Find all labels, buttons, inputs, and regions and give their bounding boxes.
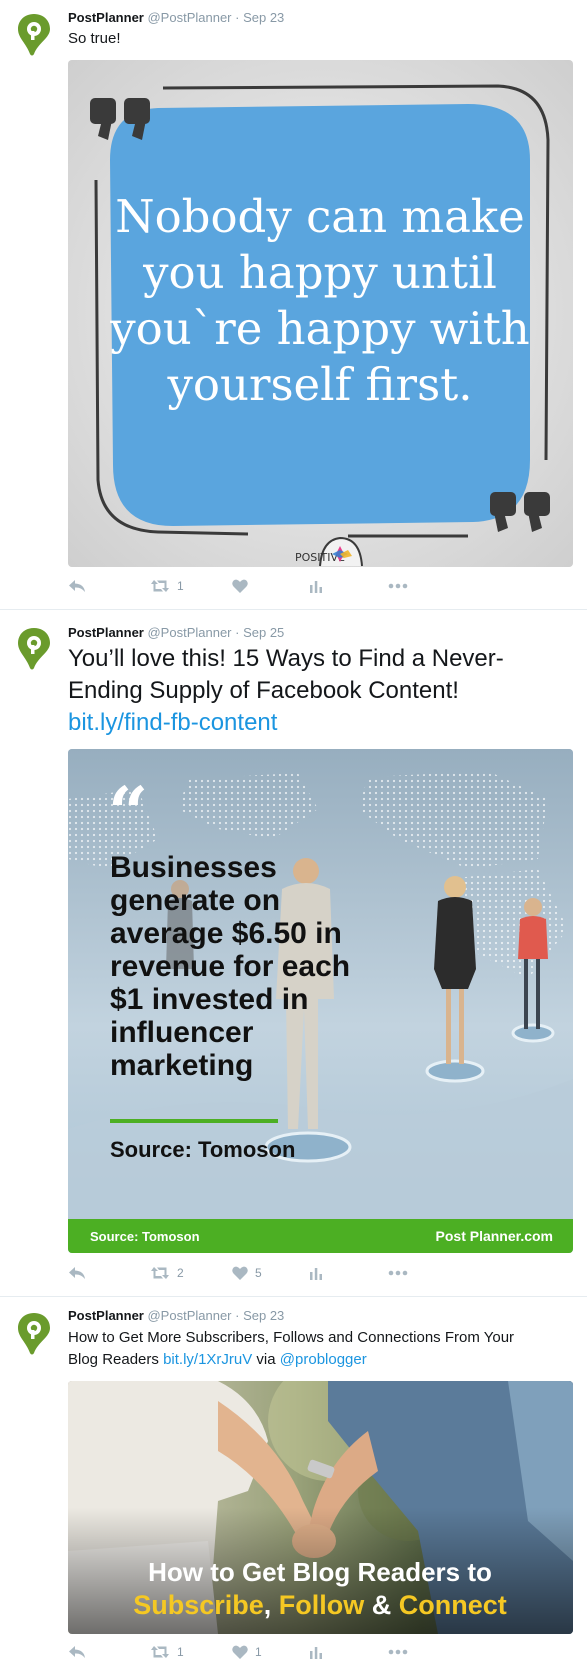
more-button[interactable] [388, 576, 408, 596]
comma-separator: , [264, 1590, 279, 1620]
retweet-button[interactable]: 1 [150, 1642, 184, 1662]
retweet-count: 2 [177, 1266, 184, 1280]
stat-line-5: $1 invested in [110, 983, 308, 1016]
tweet-1[interactable]: PostPlanner @PostPlanner · Sep 23 So tru… [0, 0, 587, 610]
quote-line-4: yourself first. [166, 358, 472, 411]
tweet-text-line-2: Blog Readers bit.ly/1XrJruV via @problog… [68, 1349, 514, 1371]
author-name[interactable]: PostPlanner [68, 10, 144, 25]
analytics-button[interactable] [309, 576, 323, 596]
analytics-icon [310, 581, 322, 593]
author-name[interactable]: PostPlanner [68, 625, 144, 640]
tweet-text-line-1: How to Get More Subscribers, Follows and… [68, 1329, 515, 1346]
like-count: 1 [255, 1645, 262, 1659]
tweet-image[interactable]: Nobody can make you happy until you`re h… [68, 60, 573, 567]
postplanner-avatar-icon[interactable] [16, 1311, 52, 1355]
tweet-date[interactable]: · Sep 23 [235, 1308, 284, 1323]
ampersand: & [364, 1590, 399, 1620]
retweet-icon [151, 1646, 169, 1658]
quote-line-2: you happy until [142, 246, 497, 299]
tweet-image[interactable]: “ Businesses generate on average $6.50 i… [68, 749, 573, 1253]
more-dots-icon [388, 1649, 408, 1655]
tweet-actions: 1 [68, 576, 468, 596]
reply-button[interactable] [68, 1263, 86, 1283]
footer-brand: Post Planner.com [436, 1228, 553, 1244]
heart-icon [232, 1266, 248, 1280]
retweet-icon [151, 580, 169, 592]
tweet-date[interactable]: · Sep 23 [235, 10, 284, 25]
influencer-stat-image: “ Businesses generate on average $6.50 i… [68, 749, 573, 1253]
tweet-link[interactable]: bit.ly/1XrJruV [163, 1351, 252, 1368]
footer-source: Source: Tomoson [90, 1229, 200, 1244]
analytics-button[interactable] [309, 1263, 323, 1283]
tweet-header: PostPlanner @PostPlanner · Sep 23 [68, 10, 284, 25]
author-handle[interactable]: @PostPlanner [147, 10, 231, 25]
analytics-icon [310, 1647, 322, 1659]
image-title-line-2: Subscribe, Follow & Connect [133, 1590, 507, 1620]
word-subscribe: Subscribe [133, 1590, 264, 1620]
reply-button[interactable] [68, 1642, 86, 1662]
postplanner-avatar-icon[interactable] [16, 626, 52, 670]
tweet-link[interactable]: bit.ly/find-fb-content [68, 707, 504, 739]
accent-divider [110, 1119, 278, 1123]
author-handle[interactable]: @PostPlanner [147, 625, 231, 640]
more-dots-icon [388, 1270, 408, 1276]
reply-button[interactable] [68, 576, 86, 596]
retweet-count: 1 [177, 1645, 184, 1659]
like-button[interactable]: 5 [232, 1263, 262, 1283]
quote-line-3: you`re happy with [109, 302, 530, 355]
retweet-count: 1 [177, 579, 184, 593]
quote-line-1: Nobody can make [115, 190, 525, 243]
reply-icon [69, 580, 85, 592]
like-button[interactable]: 1 [232, 1642, 262, 1662]
tweet-image[interactable]: How to Get Blog Readers to Subscribe, Fo… [68, 1381, 573, 1634]
tweet-text: You’ll love this! 15 Ways to Find a Neve… [68, 643, 504, 739]
like-count: 5 [255, 1266, 262, 1280]
tweet-3[interactable]: PostPlanner @PostPlanner · Sep 23 How to… [0, 1297, 587, 1673]
tweet-date[interactable]: · Sep 25 [235, 625, 284, 640]
tweet-actions: 1 1 [68, 1642, 468, 1662]
reply-icon [69, 1267, 85, 1279]
mention-link[interactable]: @problogger [280, 1351, 367, 1368]
tweet-actions: 2 5 [68, 1263, 468, 1283]
more-button[interactable] [388, 1642, 408, 1662]
tweet-text-line-2: Ending Supply of Facebook Content! [68, 677, 459, 704]
author-handle[interactable]: @PostPlanner [147, 1308, 231, 1323]
holding-hands-image: How to Get Blog Readers to Subscribe, Fo… [68, 1381, 573, 1634]
analytics-button[interactable] [309, 1642, 323, 1662]
retweet-icon [151, 1267, 169, 1279]
stat-line-1: Businesses [110, 851, 277, 884]
author-name[interactable]: PostPlanner [68, 1308, 144, 1323]
stat-line-7: marketing [110, 1049, 253, 1082]
more-button[interactable] [388, 1263, 408, 1283]
retweet-button[interactable]: 1 [150, 576, 184, 596]
quote-image: Nobody can make you happy until you`re h… [68, 60, 573, 567]
more-dots-icon [388, 583, 408, 589]
word-follow: Follow [279, 1590, 365, 1620]
stat-line-4: revenue for each [110, 950, 350, 983]
tweet-text-prefix: Blog Readers [68, 1351, 164, 1368]
stat-source: Source: Tomoson [110, 1137, 295, 1162]
retweet-button[interactable]: 2 [150, 1263, 184, 1283]
tweet-header: PostPlanner @PostPlanner · Sep 25 [68, 625, 284, 640]
tweet-2[interactable]: PostPlanner @PostPlanner · Sep 25 You’ll… [0, 610, 587, 1297]
tweet-text: How to Get More Subscribers, Follows and… [68, 1327, 514, 1371]
via-text: via [252, 1351, 280, 1368]
heart-icon [232, 1645, 248, 1659]
tweet-text: So true! [68, 30, 121, 47]
word-connect: Connect [399, 1590, 507, 1620]
tweet-text-line-1: You’ll love this! 15 Ways to Find a Neve… [68, 645, 504, 672]
reply-icon [69, 1646, 85, 1658]
stat-line-6: influencer [110, 1016, 254, 1049]
like-button[interactable] [232, 576, 255, 596]
stat-line-2: generate on [110, 884, 280, 917]
image-title-line-1: How to Get Blog Readers to [148, 1557, 492, 1587]
tweet-header: PostPlanner @PostPlanner · Sep 23 [68, 1308, 284, 1323]
stat-line-3: average $6.50 in [110, 917, 342, 950]
postplanner-avatar-icon[interactable] [16, 12, 52, 56]
analytics-icon [310, 1268, 322, 1280]
quote-glyph-icon: “ [108, 771, 148, 854]
heart-icon [232, 579, 248, 593]
